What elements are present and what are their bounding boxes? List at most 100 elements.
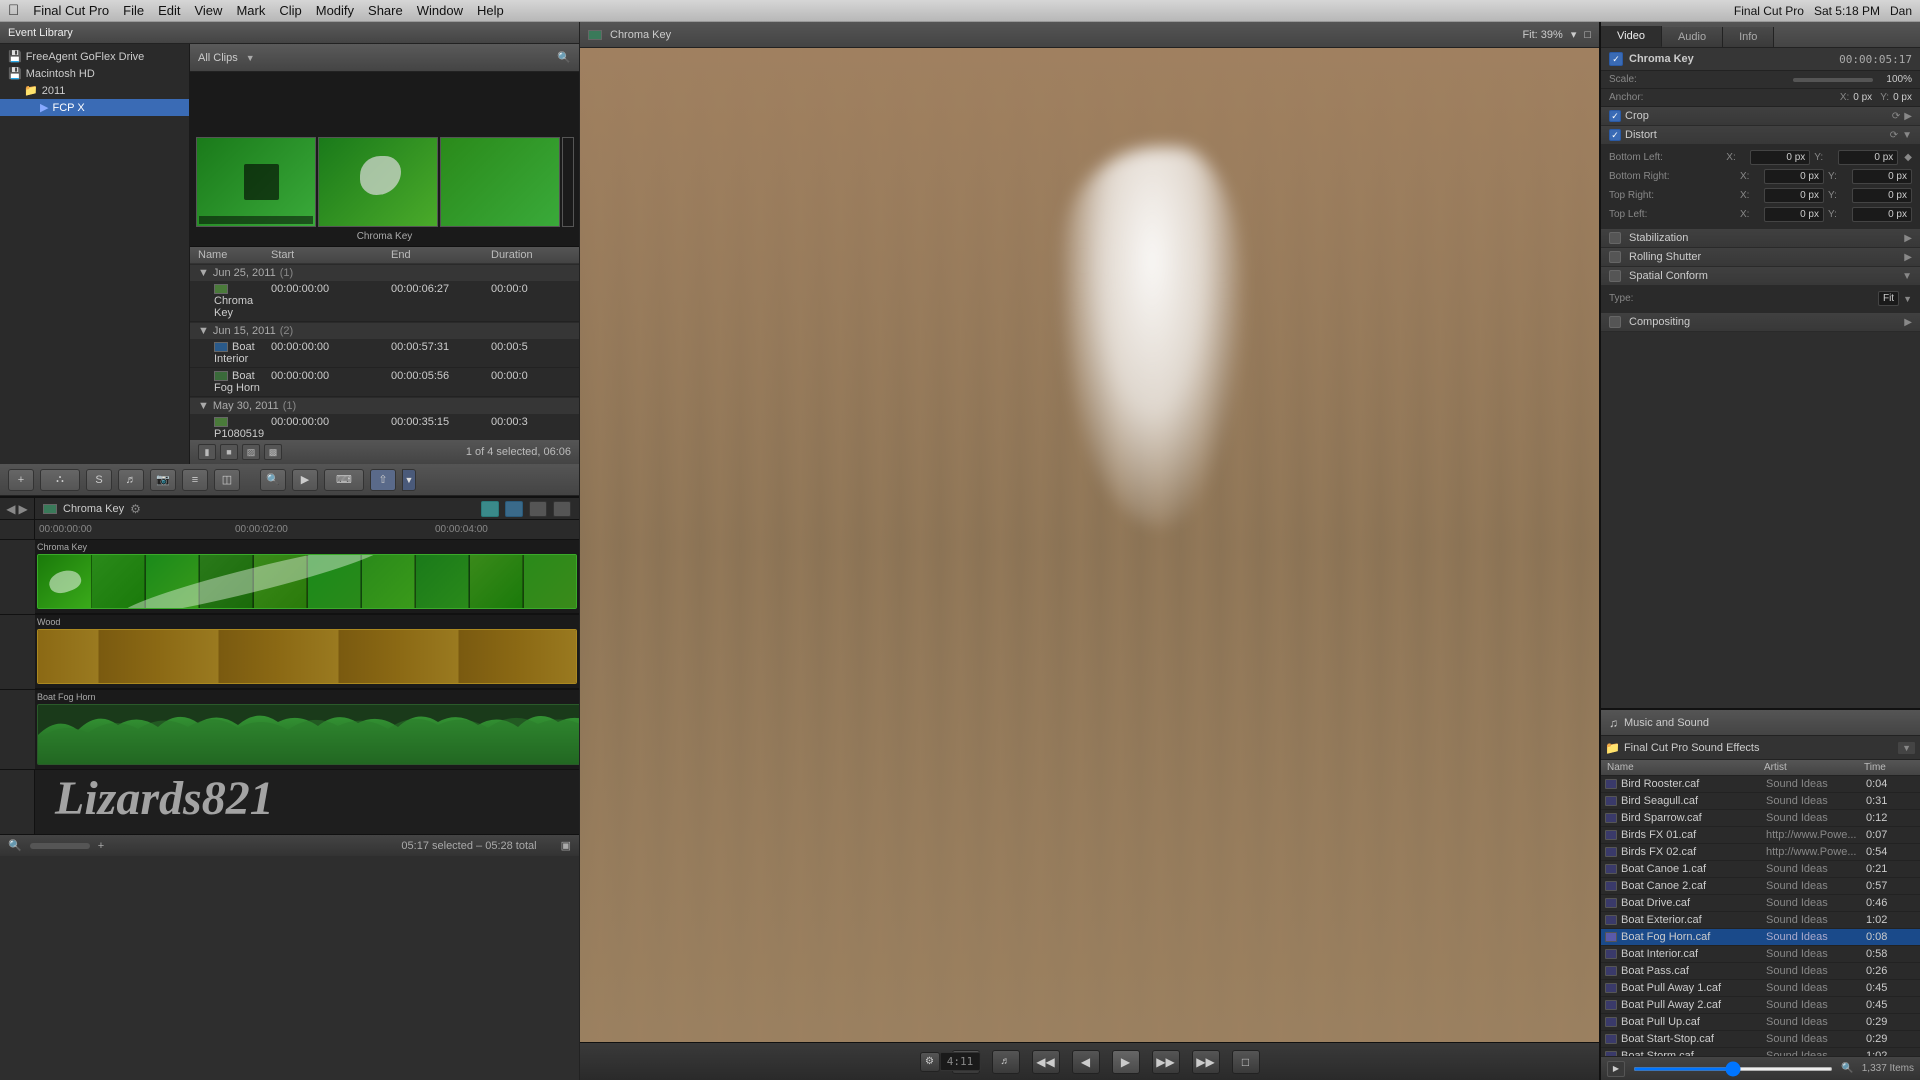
transport-back[interactable]: ◀ [1072, 1050, 1100, 1074]
sound-row-bird-sparrow[interactable]: Bird Sparrow.caf Sound Ideas 0:12 [1601, 810, 1920, 827]
sidebar-item-2011[interactable]: 📁 2011 [0, 82, 189, 99]
tab-video[interactable]: Video [1601, 26, 1662, 47]
tl-x-value[interactable]: 0 px [1764, 207, 1824, 222]
group-header-jun25[interactable]: ▼ Jun 25, 2011 (1) [190, 264, 579, 281]
transport-fwd[interactable]: ▶▶ [1152, 1050, 1180, 1074]
distort-reset-icon[interactable]: ⟳ [1890, 130, 1898, 141]
tab-audio[interactable]: Audio [1662, 27, 1723, 47]
clip-row-boat-fog-horn[interactable]: Boat Fog Horn 00:00:00:00 00:00:05:56 00… [190, 368, 579, 397]
crop-expand-icon[interactable]: ▶ [1904, 111, 1912, 122]
enable-checkbox[interactable]: ✓ [1609, 52, 1623, 66]
sound-row-boat-exterior[interactable]: Boat Exterior.caf Sound Ideas 1:02 [1601, 912, 1920, 929]
audio-track-row[interactable]: Boat Fog Horn [35, 690, 579, 770]
menu-file[interactable]: File [123, 3, 144, 18]
spatial-expand-icon[interactable]: ▼ [1902, 271, 1912, 282]
rolling-enable-checkbox[interactable] [1609, 251, 1621, 263]
rolling-expand-icon[interactable]: ▶ [1904, 252, 1912, 263]
search-icon[interactable]: 🔍 [557, 51, 571, 64]
tool-btn-grid[interactable]: ◫ [214, 469, 240, 491]
view-btn-4[interactable]: ▩ [264, 444, 282, 460]
stab-enable-checkbox[interactable] [1609, 232, 1621, 244]
bl-x-value[interactable]: 0 px [1750, 150, 1810, 165]
br-y-value[interactable]: 0 px [1852, 169, 1912, 184]
bl-y-value[interactable]: 0 px [1838, 150, 1898, 165]
timeline-btn-2[interactable] [505, 501, 523, 517]
sound-row-birds-fx01[interactable]: Birds FX 01.caf http://www.Powe... 0:07 [1601, 827, 1920, 844]
transport-fullscreen[interactable]: □ [1232, 1050, 1260, 1074]
spatial-type-value[interactable]: Fit [1878, 291, 1899, 306]
transport-play[interactable]: ▶ [1112, 1050, 1140, 1074]
menu-modify[interactable]: Modify [316, 3, 354, 18]
transport-audio[interactable]: ♬ [992, 1050, 1020, 1074]
zoom-down-btn[interactable]: ▾ [1571, 28, 1577, 41]
sound-row-boat-pull-away2[interactable]: Boat Pull Away 2.caf Sound Ideas 0:45 [1601, 997, 1920, 1014]
tr-x-value[interactable]: 0 px [1764, 188, 1824, 203]
sound-row-boat-canoe1[interactable]: Boat Canoe 1.caf Sound Ideas 0:21 [1601, 861, 1920, 878]
compositing-enable-checkbox[interactable] [1609, 316, 1621, 328]
clip-row-p1080519[interactable]: P1080519 00:00:00:00 00:00:35:15 00:00:3 [190, 414, 579, 440]
sound-play-btn[interactable]: ▶ [1607, 1061, 1625, 1077]
tool-btn-skimmer[interactable]: S [86, 469, 112, 491]
sidebar-item-fcpx[interactable]: ▶ FCP X [0, 99, 189, 116]
menu-help[interactable]: Help [477, 3, 504, 18]
compositing-expand-icon[interactable]: ▶ [1904, 317, 1912, 328]
menu-window[interactable]: Window [417, 3, 463, 18]
wood-track-row[interactable]: Wood [35, 615, 579, 690]
tr-y-value[interactable]: 0 px [1852, 188, 1912, 203]
crop-reset-icon[interactable]: ⟳ [1892, 111, 1900, 122]
menu-app[interactable]: Final Cut Pro [33, 3, 109, 18]
tool-btn-audio[interactable]: ♬ [118, 469, 144, 491]
menu-view[interactable]: View [194, 3, 222, 18]
sound-row-boat-drive[interactable]: Boat Drive.caf Sound Ideas 0:46 [1601, 895, 1920, 912]
tool-btn-solo[interactable]: 📷 [150, 469, 176, 491]
stab-expand-icon[interactable]: ▶ [1904, 233, 1912, 244]
sound-row-boat-storm[interactable]: Boat Storm.caf Sound Ideas 1:02 [1601, 1048, 1920, 1056]
timeline-btn-1[interactable] [481, 501, 499, 517]
view-btn-1[interactable]: ▮ [198, 444, 216, 460]
sound-row-boat-pull-up[interactable]: Boat Pull Up.caf Sound Ideas 0:29 [1601, 1014, 1920, 1031]
menu-share[interactable]: Share [368, 3, 403, 18]
sound-row-bird-seagull[interactable]: Bird Seagull.caf Sound Ideas 0:31 [1601, 793, 1920, 810]
tab-info[interactable]: Info [1723, 27, 1774, 47]
zoom-in-icon[interactable]: + [98, 840, 104, 852]
sound-search-icon[interactable]: 🔍 [1841, 1063, 1853, 1074]
distort-expand-icon[interactable]: ▼ [1902, 130, 1912, 141]
sound-progress-slider[interactable] [1633, 1067, 1833, 1071]
section-rolling-header[interactable]: Rolling Shutter ▶ [1601, 248, 1920, 266]
view-btn-2[interactable]: ■ [220, 444, 238, 460]
view-btn-3[interactable]: ▨ [242, 444, 260, 460]
filter-dropdown-icon[interactable]: ▼ [246, 53, 255, 63]
menu-edit[interactable]: Edit [158, 3, 180, 18]
clip-row-chroma-key[interactable]: Chroma Key 00:00:00:00 00:00:06:27 00:00… [190, 281, 579, 322]
zoom-controls[interactable]: □ [1584, 29, 1591, 41]
fullscreen-btn[interactable]: ▣ [561, 839, 571, 852]
sidebar-item-macintosh[interactable]: 💾 Macintosh HD [0, 65, 189, 82]
bl-keyframe-btn[interactable]: ◆ [1904, 152, 1912, 163]
section-stabilization-header[interactable]: Stabilization ▶ [1601, 229, 1920, 247]
tl-y-value[interactable]: 0 px [1852, 207, 1912, 222]
section-compositing-header[interactable]: Compositing ▶ [1601, 313, 1920, 331]
zoom-slider[interactable] [30, 843, 90, 849]
video-track-row[interactable]: Chroma Key [35, 540, 579, 615]
spatial-enable-checkbox[interactable] [1609, 270, 1621, 282]
nav-back-btn[interactable]: ◀ [6, 502, 15, 516]
timeline-btn-4[interactable] [553, 501, 571, 517]
menu-mark[interactable]: Mark [236, 3, 265, 18]
transport-settings[interactable]: ⚙ [920, 1052, 940, 1072]
menu-clip[interactable]: Clip [279, 3, 301, 18]
section-spatial-header[interactable]: Spatial Conform ▼ [1601, 267, 1920, 285]
nav-fwd-btn[interactable]: ▶ [19, 502, 28, 516]
tool-btn-blade[interactable]: ⌨ [324, 469, 364, 491]
sidebar-item-freeagent[interactable]: 💾 FreeAgent GoFlex Drive [0, 48, 189, 65]
sound-row-boat-interior[interactable]: Boat Interior.caf Sound Ideas 0:58 [1601, 946, 1920, 963]
library-dropdown-btn[interactable]: ▼ [1897, 741, 1916, 755]
section-distort-header[interactable]: ✓ Distort ⟳ ▼ [1601, 126, 1920, 144]
clip-row-boat-interior[interactable]: Boat Interior 00:00:00:00 00:00:57:31 00… [190, 339, 579, 368]
zoom-icon[interactable]: 🔍 [8, 839, 22, 852]
transport-next[interactable]: ▶▶ [1192, 1050, 1220, 1074]
tool-btn-transform[interactable]: ▶ [292, 469, 318, 491]
sound-row-boat-canoe2[interactable]: Boat Canoe 2.caf Sound Ideas 0:57 [1601, 878, 1920, 895]
group-header-jun15[interactable]: ▼ Jun 15, 2011 (2) [190, 322, 579, 339]
tool-btn-search[interactable]: 🔍 [260, 469, 286, 491]
tool-btn-select[interactable]: ⇧ [370, 469, 396, 491]
